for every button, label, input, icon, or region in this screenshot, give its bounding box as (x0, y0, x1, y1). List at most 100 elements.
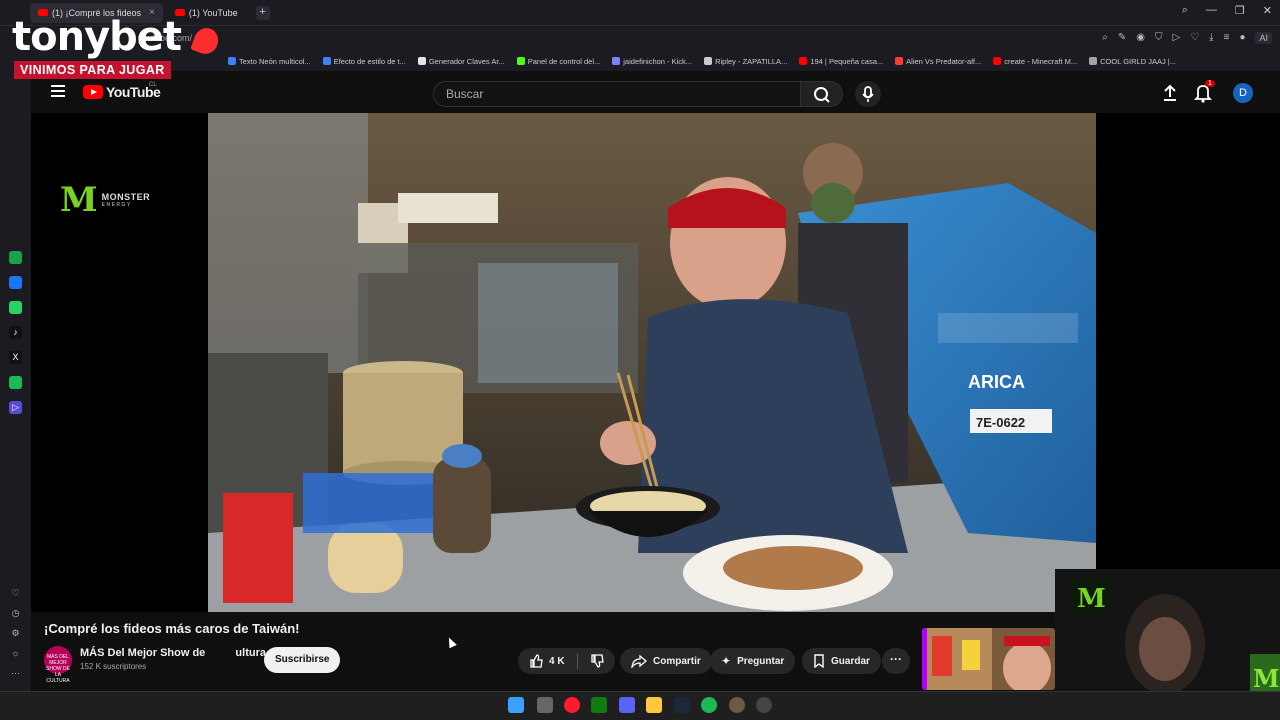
camera-icon[interactable]: ◉ (1136, 32, 1145, 44)
bookmark-favicon-icon (1089, 57, 1098, 65)
hamburger-menu-icon[interactable] (51, 85, 65, 97)
sparkle-icon: ✦ (721, 654, 732, 668)
search-tabs-icon[interactable]: ⌕ (1182, 4, 1188, 17)
spotify-taskbar-icon[interactable] (701, 697, 717, 713)
whatsapp-icon[interactable] (9, 301, 22, 314)
tiktok-icon[interactable]: ♪ (9, 326, 22, 339)
restore-icon[interactable]: ❐ (1235, 4, 1245, 17)
bookmark-item[interactable]: Generador Claves Ar... (417, 57, 505, 66)
brand-logo-icon (190, 24, 222, 58)
thumbs-up-icon (530, 654, 543, 668)
suggested-video-thumbnail[interactable] (922, 628, 1055, 690)
steam-icon[interactable] (674, 697, 690, 713)
windows-start-icon[interactable] (508, 697, 524, 713)
browser-sidebar: ♪ X ▷ ♡ ◷ ⚙ ☼ ··· (0, 71, 31, 691)
profile-icon[interactable]: ● (1239, 32, 1245, 44)
share-button[interactable]: Compartir (620, 648, 712, 674)
opera-icon[interactable] (564, 697, 580, 713)
channel-name[interactable]: MÁS Del Mejor Show de ultura (80, 646, 266, 660)
bookmark-item[interactable]: jaidefinichon - Kick... (612, 57, 692, 66)
bookmark-favicon-icon (799, 57, 808, 65)
address-bar-icons: ⌕ ✎ ◉ ⛉ ▷ ♡ ⤓ ≡ ● AI (1102, 32, 1272, 44)
bookmark-item[interactable]: Panel de control del... (516, 56, 601, 66)
bulb-icon[interactable]: ☼ (9, 647, 22, 660)
close-window-icon[interactable]: ✕ (1263, 4, 1272, 17)
bookmark-item[interactable]: Alien Vs Predator-alf... (895, 57, 981, 66)
bookmark-label: Panel de control del... (527, 56, 601, 66)
subscriber-count: 152 K suscriptores (80, 662, 147, 671)
download-icon[interactable]: ⤓ (1209, 32, 1213, 44)
sponsor-logo: M MONSTER ENERGY (60, 180, 150, 220)
truck-plate: 7E-0622 (976, 415, 1025, 430)
new-tab-button[interactable]: + (255, 5, 270, 20)
play-icon[interactable]: ▷ (1173, 32, 1181, 44)
file-explorer-icon[interactable] (646, 697, 662, 713)
subscribe-button[interactable]: Suscribirse (264, 647, 341, 673)
share-icon (631, 654, 647, 668)
channel-name-text: MÁS Del Mejor Show de (80, 646, 206, 659)
ai-button[interactable]: AI (1255, 32, 1272, 44)
like-button[interactable]: 4 K (518, 648, 615, 674)
url-field[interactable]: youtube.com/ (130, 30, 1010, 48)
messenger-icon[interactable] (9, 276, 22, 289)
heart-icon[interactable]: ♡ (1190, 32, 1199, 44)
video-frame[interactable]: ARICA 7E-0622 (208, 113, 1096, 612)
obs-icon[interactable] (756, 697, 772, 713)
youtube-play-icon (83, 85, 103, 99)
share-label: Compartir (653, 655, 701, 667)
history-icon[interactable]: ◷ (9, 607, 22, 620)
bookmark-item[interactable]: 194 | Pequeña casa... (799, 57, 883, 66)
discord-icon[interactable] (619, 697, 635, 713)
xbox-icon[interactable] (591, 697, 607, 713)
upload-button[interactable] (1161, 84, 1179, 107)
heart-icon[interactable]: ♡ (9, 587, 22, 600)
search-icon (814, 87, 830, 103)
search-input[interactable]: Buscar (433, 81, 801, 107)
divider (576, 653, 578, 669)
like-count: 4 K (549, 655, 565, 667)
channel-avatar[interactable]: MÁS DEL MEJOR SHOW DE LA CULTURA (44, 646, 72, 684)
thumbs-down-icon[interactable] (590, 654, 604, 668)
window-controls: ⌕ — ❐ ✕ (1182, 4, 1272, 17)
save-button[interactable]: Guardar (802, 648, 881, 674)
sponsor-name: MONSTER (101, 192, 151, 202)
search-button[interactable] (801, 81, 843, 107)
video-title: ¡Compré los fideos más caros de Taiwán! (44, 621, 300, 636)
settings-icon[interactable]: ⚙ (9, 627, 22, 640)
app-icon[interactable] (729, 697, 745, 713)
bookmark-item[interactable]: Efecto de estilo de t... (322, 56, 406, 66)
bookmark-favicon-icon (704, 57, 713, 65)
bookmark-icon (814, 654, 824, 668)
chatgpt-icon[interactable] (9, 251, 22, 264)
bookmark-item[interactable]: COOL GIRLD JAAJ |... (1089, 57, 1176, 66)
task-view-icon[interactable] (537, 697, 553, 713)
bookmark-label: Texto Neón multicol... (239, 56, 311, 66)
player-icon[interactable]: ▷ (9, 401, 22, 414)
bookmark-item[interactable]: create - Minecraft M... (993, 57, 1077, 66)
webcam-overlay: M M (1055, 569, 1280, 699)
zoom-icon[interactable]: ⌕ (1102, 32, 1108, 44)
channel-name-end: ultura (235, 646, 266, 659)
notification-badge: 1 (1205, 80, 1215, 87)
bookmark-favicon-icon (228, 57, 236, 65)
avatar[interactable]: D (1233, 83, 1253, 103)
upload-icon (1164, 84, 1176, 101)
menu-icon[interactable]: ≡ (1224, 32, 1230, 44)
edit-icon[interactable]: ✎ (1118, 32, 1126, 44)
bookmark-favicon-icon (895, 57, 904, 65)
bookmark-item[interactable]: Texto Neón multicol... (228, 57, 311, 66)
mic-icon (862, 86, 874, 102)
x-icon[interactable]: X (9, 351, 22, 364)
spotify-icon[interactable] (9, 376, 22, 389)
bookmark-label: Alien Vs Predator-alf... (906, 56, 982, 66)
more-icon[interactable]: ··· (9, 667, 22, 680)
minimize-icon[interactable]: — (1206, 4, 1217, 17)
bookmark-label: Efecto de estilo de t... (333, 56, 406, 66)
ask-button[interactable]: ✦ Preguntar (710, 648, 796, 674)
more-actions-button[interactable]: ··· (882, 648, 910, 674)
bookmark-favicon-icon (516, 57, 525, 65)
shield-icon[interactable]: ⛉ (1155, 32, 1163, 44)
voice-search-button[interactable] (855, 81, 881, 107)
bookmark-item[interactable]: Ripley - ZAPATILLA... (704, 57, 787, 66)
svg-text:M: M (1077, 584, 1106, 614)
